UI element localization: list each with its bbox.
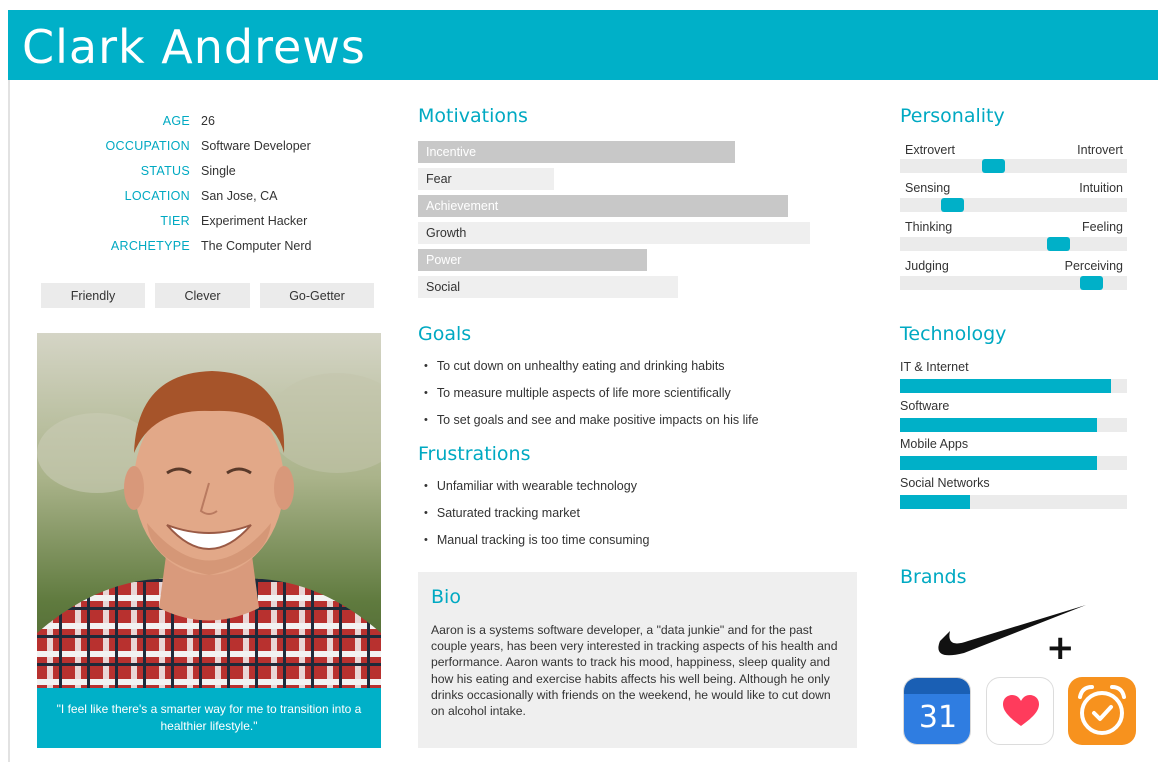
profile-value: The Computer Nerd	[201, 238, 312, 253]
scale-left-label: Sensing	[905, 181, 951, 195]
motivation-label: Social	[426, 280, 461, 294]
motivation-label: Power	[426, 253, 462, 267]
motivation-label: Incentive	[426, 145, 477, 159]
bio-title: Bio	[431, 586, 461, 608]
profile-row: OCCUPATION Software Developer	[40, 133, 380, 158]
frustration-item: Saturated tracking market	[424, 499, 649, 526]
scale-left-label: Extrovert	[905, 143, 956, 157]
personality-scale-labels: Sensing Intuition	[905, 181, 1123, 195]
profile-label: STATUS	[140, 163, 190, 178]
persona-name: Clark Andrews	[22, 20, 366, 74]
technology-track	[900, 379, 1127, 393]
calendar-day-number: 31	[918, 700, 958, 735]
goals-title: Goals	[418, 323, 472, 345]
apple-health-icon	[986, 677, 1054, 745]
scale-right-label: Intuition	[1079, 181, 1123, 195]
goal-item: To cut down on unhealthy eating and drin…	[424, 352, 759, 379]
personality-scale-marker	[982, 159, 1005, 173]
personality-scale-labels: Extrovert Introvert	[905, 143, 1123, 157]
scale-left-label: Judging	[905, 259, 949, 273]
profile-label: AGE	[162, 113, 190, 128]
personality-scale-marker	[1080, 276, 1103, 290]
trait-tag-clever: Clever	[155, 283, 250, 308]
scale-left-label: Thinking	[905, 220, 953, 234]
personality-scale-track	[900, 198, 1127, 212]
technology-title: Technology	[900, 323, 1007, 345]
frustrations-title: Frustrations	[418, 443, 531, 465]
technology-level-bar	[900, 456, 1097, 470]
frustration-item: Manual tracking is too time consuming	[424, 526, 650, 553]
scale-right-label: Introvert	[1077, 143, 1123, 157]
profile-label: OCCUPATION	[105, 138, 190, 153]
persona-photo: "I feel like there's a smarter way for m…	[37, 333, 381, 748]
profile-value: Software Developer	[201, 138, 311, 153]
nike-plus-logo: +	[938, 605, 1086, 663]
profile-row: TIER Experiment Hacker	[40, 208, 380, 233]
profile-label: TIER	[160, 213, 190, 228]
motivation-bar: Growth	[418, 222, 810, 244]
technology-level-bar	[900, 495, 970, 509]
scale-right-label: Perceiving	[1064, 259, 1123, 273]
portrait-illustration	[37, 333, 381, 748]
persona-header: Clark Andrews	[8, 10, 1158, 80]
motivation-label: Growth	[426, 226, 467, 240]
personality-scale-marker	[941, 198, 964, 212]
profile-value: Single	[201, 163, 236, 178]
alarm-clock-icon	[1078, 685, 1126, 735]
personality-scale-labels: Judging Perceiving	[905, 259, 1123, 273]
bio-text: Aaron is a systems software developer, a…	[431, 623, 838, 719]
personality-scale-track	[900, 276, 1127, 290]
trait-tag-go-getter: Go-Getter	[260, 283, 374, 308]
profile-value: San Jose, CA	[201, 188, 278, 203]
motivation-bar: Achievement	[418, 195, 788, 217]
sleep-alarm-app-icon	[1068, 677, 1136, 745]
personality-scale-track	[900, 237, 1127, 251]
motivation-label: Achievement	[426, 199, 499, 213]
trait-tag-friendly: Friendly	[41, 283, 145, 308]
goal-item: To set goals and see and make positive i…	[424, 406, 759, 433]
profile-row: LOCATION San Jose, CA	[40, 183, 380, 208]
goals-list: To cut down on unhealthy eating and drin…	[424, 352, 759, 433]
technology-track	[900, 456, 1127, 470]
motivation-bar: Power	[418, 249, 647, 271]
personality-scale-track	[900, 159, 1127, 173]
technology-label: Mobile Apps	[900, 437, 969, 451]
profile-label: ARCHETYPE	[110, 238, 190, 253]
technology-label: Software	[900, 399, 950, 413]
technology-label: IT & Internet	[900, 360, 969, 374]
technology-level-bar	[900, 418, 1097, 432]
technology-level-bar	[900, 379, 1111, 393]
brands-title: Brands	[900, 566, 967, 588]
google-calendar-icon: 31	[903, 677, 971, 745]
scale-right-label: Feeling	[1082, 220, 1123, 234]
profile-row: AGE 26	[40, 108, 380, 133]
personality-scale-marker	[1047, 237, 1070, 251]
persona-quote: "I feel like there's a smarter way for m…	[37, 688, 381, 748]
personality-scale-labels: Thinking Feeling	[905, 220, 1123, 234]
trait-tags: Friendly Clever Go-Getter	[41, 283, 374, 308]
motivation-bar: Social	[418, 276, 678, 298]
profile-row: ARCHETYPE The Computer Nerd	[40, 233, 380, 258]
profile-value: 26	[201, 113, 215, 128]
technology-track	[900, 495, 1127, 509]
frustration-item: Unfamiliar with wearable technology	[424, 472, 649, 499]
motivation-label: Fear	[426, 172, 452, 186]
motivations-title: Motivations	[418, 105, 528, 127]
heart-icon	[1003, 695, 1039, 726]
motivation-bar: Fear	[418, 168, 554, 190]
motivation-bar: Incentive	[418, 141, 735, 163]
plus-sign: +	[1046, 628, 1075, 663]
technology-label: Social Networks	[900, 476, 990, 490]
profile-row: STATUS Single	[40, 158, 380, 183]
personality-title: Personality	[900, 105, 1005, 127]
goal-item: To measure multiple aspects of life more…	[424, 379, 759, 406]
frustrations-list: Unfamiliar with wearable technology Satu…	[424, 472, 650, 553]
profile-label: LOCATION	[124, 188, 190, 203]
profile-info: AGE 26 OCCUPATION Software Developer STATU…	[40, 108, 380, 258]
profile-value: Experiment Hacker	[201, 213, 308, 228]
bio-panel: Bio Aaron is a systems software develope…	[418, 572, 857, 748]
technology-track	[900, 418, 1127, 432]
